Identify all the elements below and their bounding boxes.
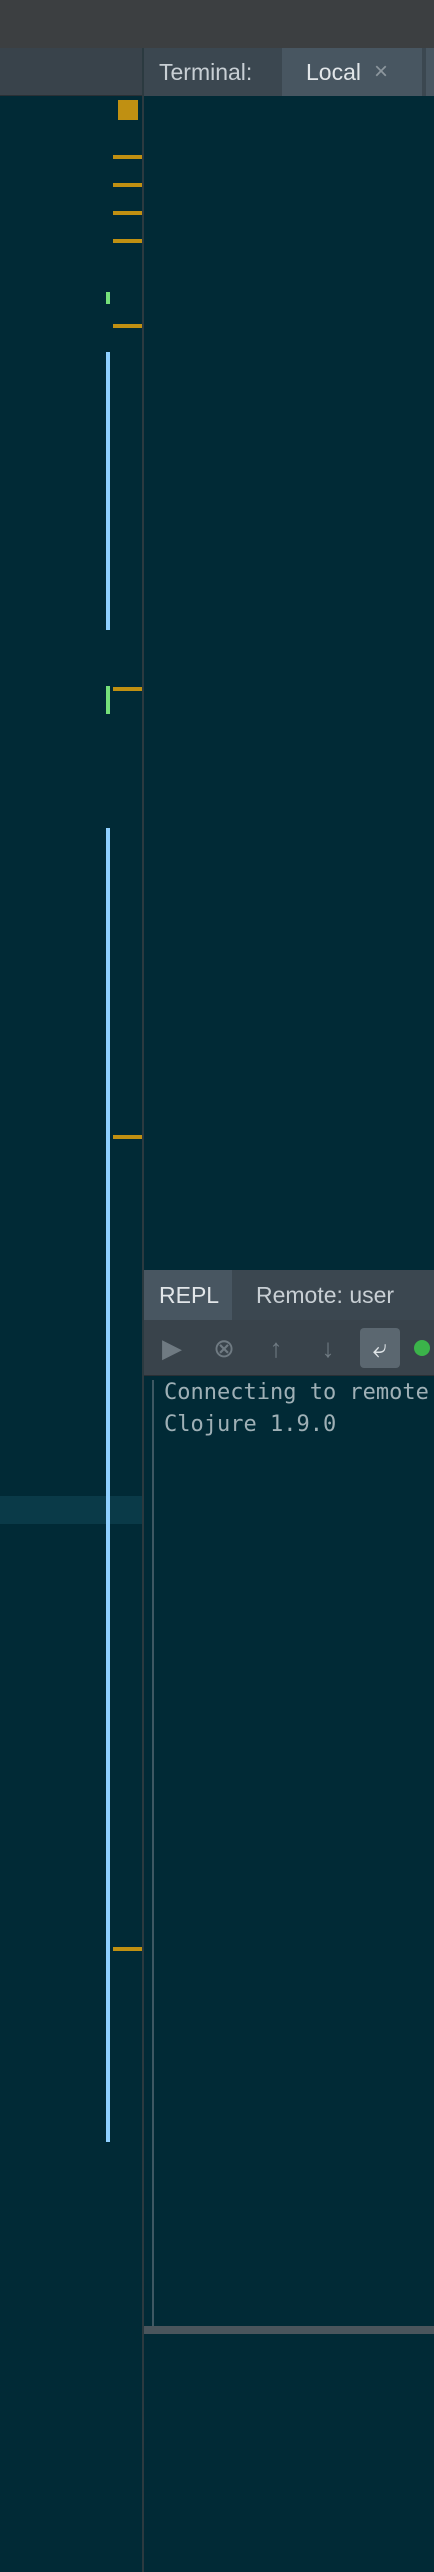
window-top-bar	[0, 0, 434, 48]
vcs-modified-marker[interactable]	[106, 352, 110, 630]
terminal-output[interactable]	[144, 96, 434, 1270]
terminal-label: Terminal:	[159, 59, 253, 85]
warning-stripe-marker[interactable]	[113, 1135, 143, 1139]
warning-stripe-marker[interactable]	[113, 155, 143, 159]
soft-wrap-icon[interactable]: ⤶	[360, 1328, 400, 1368]
current-line-highlight	[0, 1496, 143, 1524]
warning-stripe-marker[interactable]	[113, 324, 143, 328]
repl-tab-bar: REPL Remote: user	[144, 1270, 434, 1320]
tab-next-partial[interactable]	[426, 48, 434, 96]
console-line: Clojure 1.9.0	[164, 1412, 337, 1437]
repl-console[interactable]	[144, 1376, 434, 2326]
stop-icon[interactable]: ⊗	[204, 1328, 244, 1368]
editor-tab-strip	[0, 48, 143, 96]
inspection-status-icon[interactable]	[118, 100, 138, 120]
panel-resize-handle[interactable]	[144, 2326, 434, 2334]
tab-remote-user[interactable]: Remote: user	[256, 1270, 394, 1320]
warning-stripe-marker[interactable]	[113, 211, 143, 215]
close-icon[interactable]: ×	[374, 48, 388, 96]
bottom-panel	[144, 2334, 434, 2572]
history-down-icon[interactable]: ↓	[308, 1328, 348, 1368]
run-icon[interactable]: ▶	[152, 1328, 192, 1368]
bug-icon[interactable]	[414, 1340, 430, 1356]
warning-stripe-marker[interactable]	[113, 183, 143, 187]
tab-local[interactable]: Local ×	[282, 48, 422, 96]
history-up-icon[interactable]: ↑	[256, 1328, 296, 1368]
vcs-added-marker[interactable]	[106, 292, 110, 304]
vcs-added-marker[interactable]	[106, 686, 110, 714]
console-line: Connecting to remote	[164, 1380, 429, 1405]
repl-tab-label: REPL	[159, 1282, 220, 1308]
warning-stripe-marker[interactable]	[113, 1947, 143, 1951]
console-left-border	[152, 1380, 154, 2326]
repl-toolbar: ▶ ⊗ ↑ ↓ ⤶	[144, 1320, 434, 1376]
code-editor[interactable]	[0, 96, 143, 2572]
warning-stripe-marker[interactable]	[113, 239, 143, 243]
tab-repl[interactable]: REPL	[144, 1270, 232, 1320]
vcs-modified-marker[interactable]	[106, 828, 110, 2142]
warning-stripe-marker[interactable]	[113, 687, 143, 691]
tab-local-label: Local	[306, 59, 361, 85]
terminal-tab-bar: Terminal: Local ×	[144, 48, 434, 96]
